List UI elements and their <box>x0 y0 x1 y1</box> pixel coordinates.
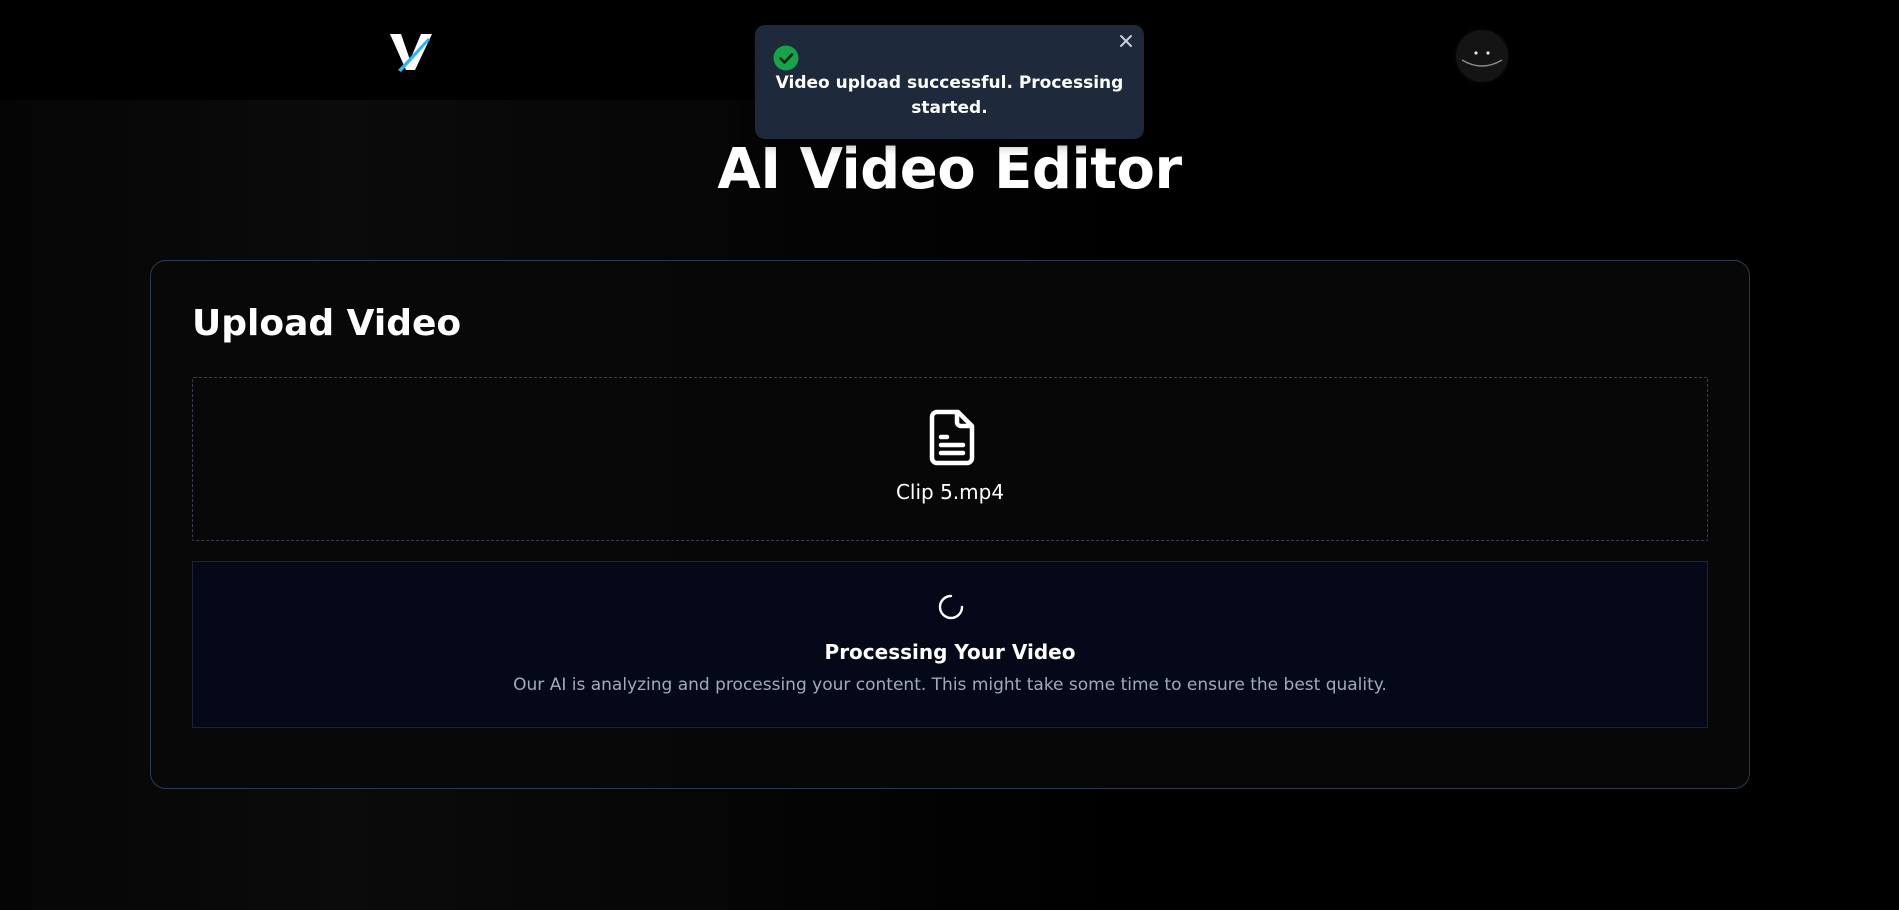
close-icon <box>1120 35 1132 47</box>
close-toast-button[interactable] <box>1116 31 1136 51</box>
smiley-avatar-icon <box>1456 30 1508 82</box>
logo[interactable] <box>388 30 436 74</box>
upload-card: Upload Video Clip 5.mp4 Processing Your … <box>150 260 1750 789</box>
processing-title: Processing Your Video <box>824 640 1076 664</box>
toast-message: Video upload successful. Processing star… <box>775 73 1124 118</box>
check-circle-icon <box>773 45 799 71</box>
page: AI Video Editor Upload Video Clip 5.mp4 … <box>0 0 1899 910</box>
uploaded-file-name: Clip 5.mp4 <box>895 480 1005 504</box>
page-title: AI Video Editor <box>717 137 1182 202</box>
v-logo-icon <box>390 34 432 72</box>
processing-status-panel: Processing Your Video Our AI is analyzin… <box>192 561 1708 728</box>
processing-description: Our AI is analyzing and processing your … <box>513 675 1387 695</box>
user-avatar[interactable] <box>1456 30 1508 82</box>
success-toast: Video upload successful. Processing star… <box>755 25 1144 139</box>
spinner-icon <box>938 594 964 620</box>
file-text-icon <box>929 409 975 466</box>
file-dropzone[interactable]: Clip 5.mp4 <box>192 377 1708 541</box>
upload-heading: Upload Video <box>192 303 462 344</box>
